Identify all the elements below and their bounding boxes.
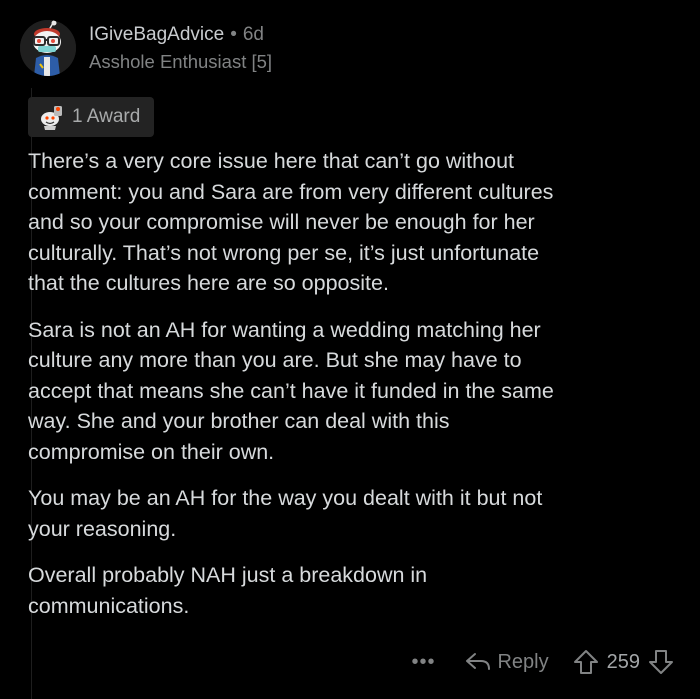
comment-header: IGiveBagAdvice • 6d Asshole Enthusiast [… [20, 17, 272, 79]
comment-paragraph: Sara is not an AH for wanting a wedding … [28, 317, 554, 464]
award-badge[interactable]: 1 Award [28, 97, 155, 137]
comment-paragraph: There’s a very core issue here that can’… [28, 149, 554, 295]
comment-meta: IGiveBagAdvice • 6d Asshole Enthusiast [… [89, 23, 272, 74]
user-flair: Asshole Enthusiast [5] [89, 50, 273, 72]
comment-age: 6d [242, 23, 264, 45]
meta-separator: • [230, 23, 237, 45]
comment-body: There’s a very core issue here that can’… [28, 146, 688, 637]
more-options-icon[interactable]: ••• [411, 651, 435, 674]
reply-label: Reply [497, 650, 549, 673]
vote-score: 259 [606, 650, 640, 673]
comment-paragraph: Overall probably NAH just a breakdown in… [28, 563, 428, 618]
vote-controls: 259 [573, 649, 674, 675]
author-line: IGiveBagAdvice • 6d [89, 23, 272, 47]
comment-paragraph: You may be an AH for the way you dealt w… [28, 486, 543, 541]
award-icon [41, 106, 62, 130]
user-avatar[interactable] [20, 20, 76, 76]
snoo-avatar-icon [20, 20, 76, 76]
award-count-label: 1 Award [72, 106, 141, 127]
upvote-arrow-icon[interactable] [573, 649, 599, 675]
author-username[interactable]: IGiveBagAdvice [89, 23, 224, 47]
reply-button[interactable]: Reply [465, 650, 549, 674]
reply-arrow-icon [466, 653, 491, 670]
downvote-arrow-icon[interactable] [648, 649, 674, 675]
comment-actions: ••• Reply 259 [411, 644, 674, 680]
